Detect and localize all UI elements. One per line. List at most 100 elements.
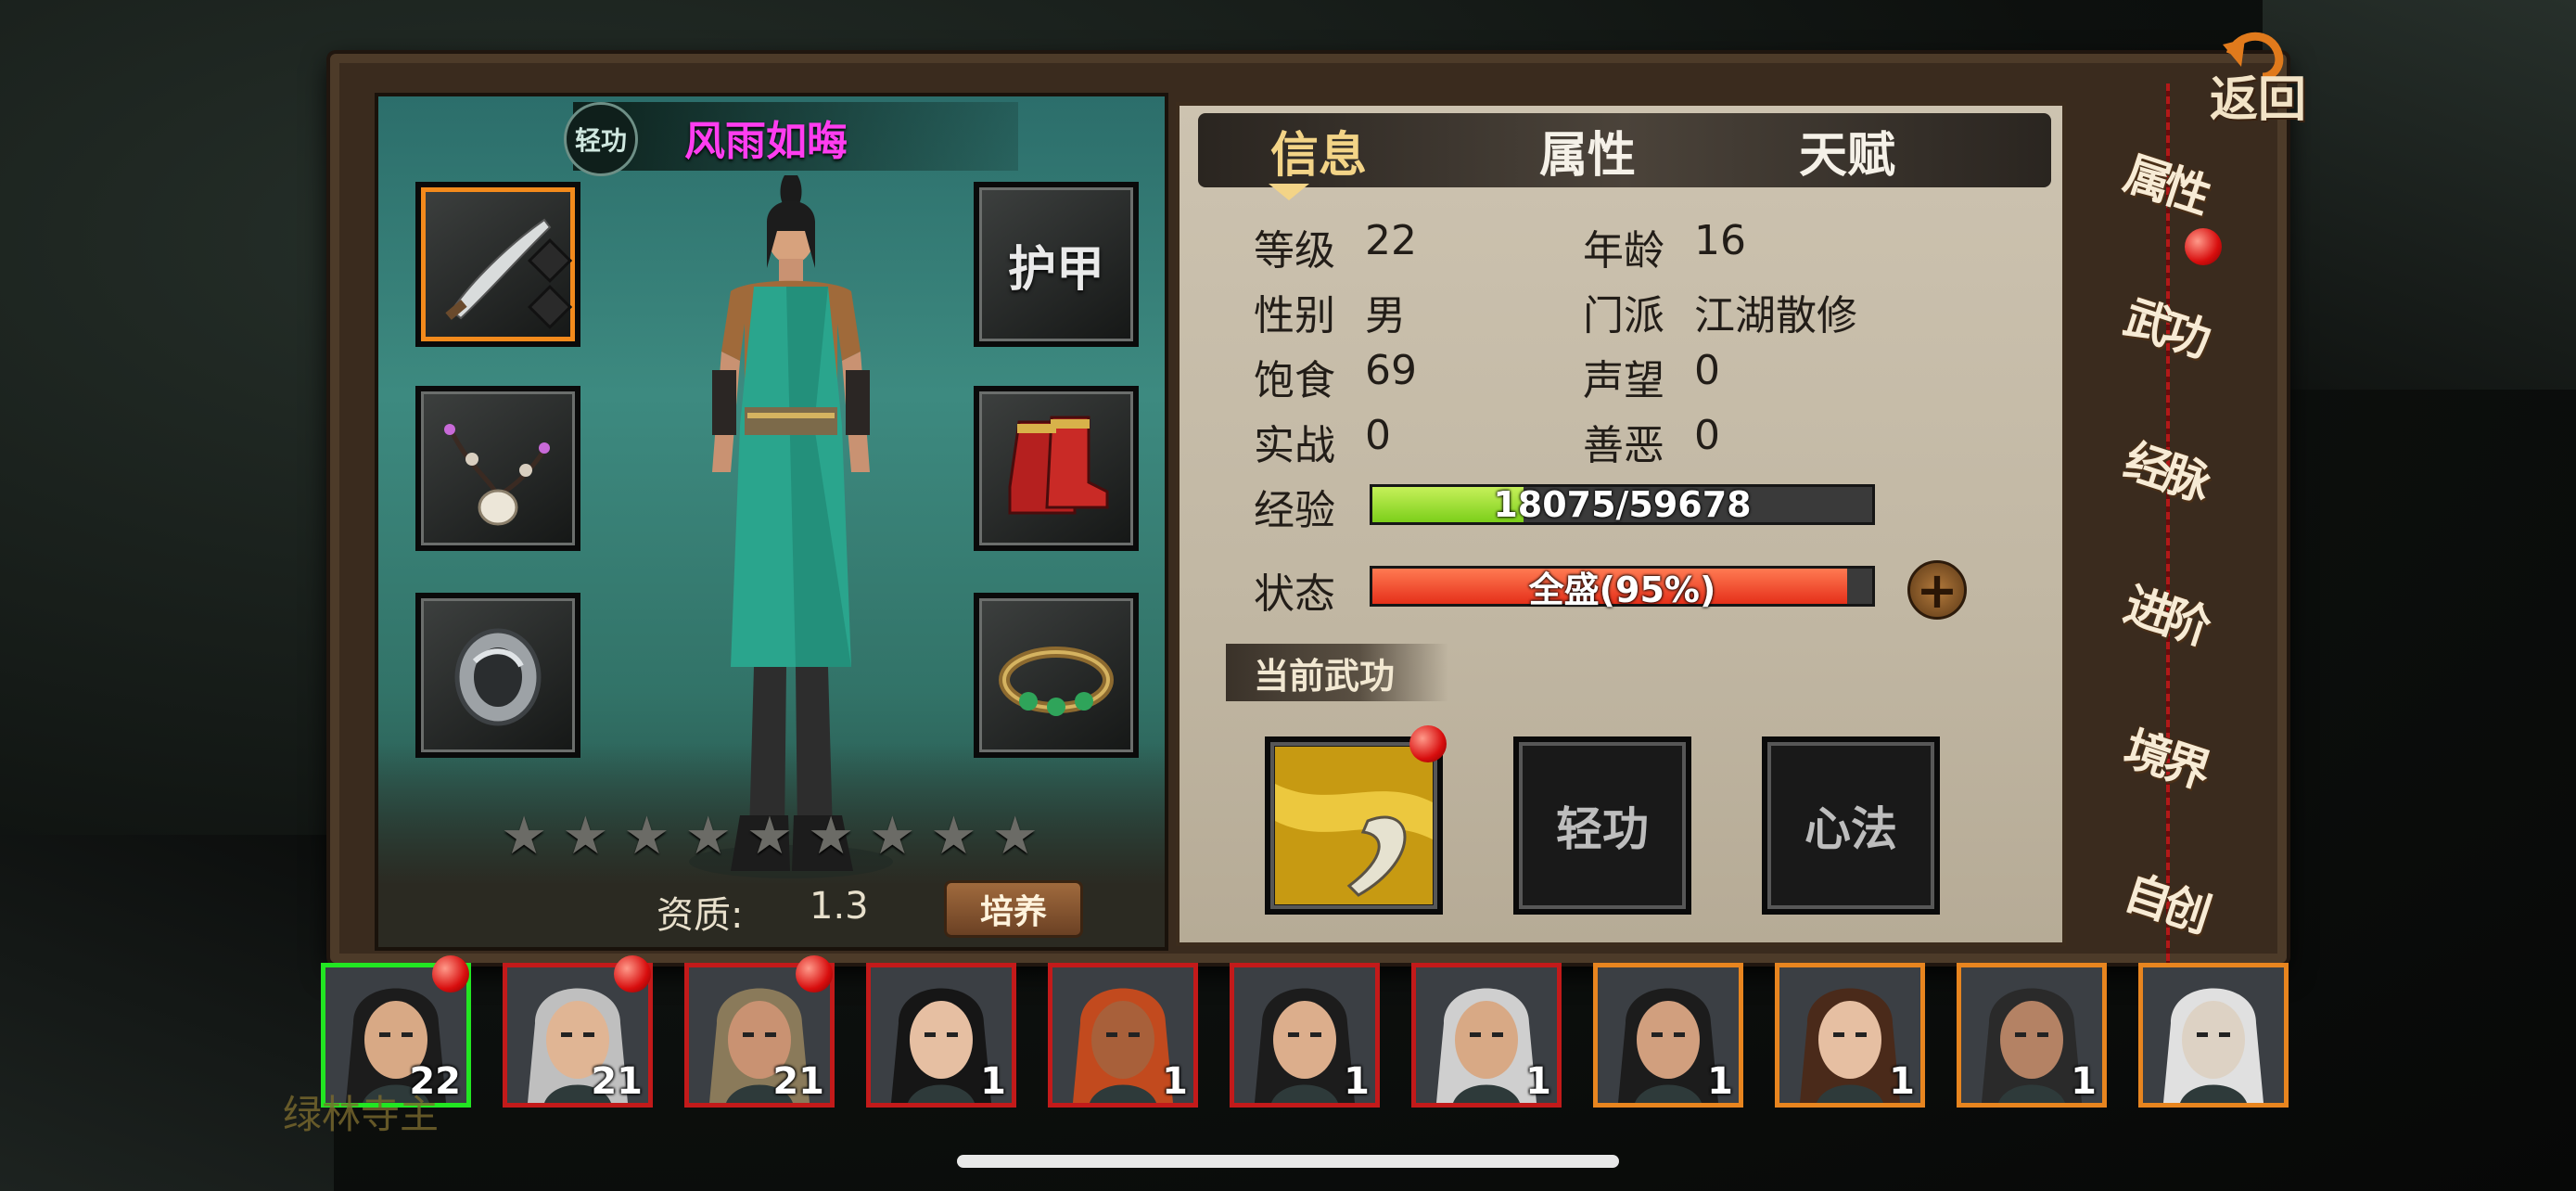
fame-value: 0 xyxy=(1694,347,1720,394)
star-icon: ★ xyxy=(501,806,548,866)
notification-dot xyxy=(2185,228,2222,265)
level-value: 22 xyxy=(1365,217,1417,264)
aptitude-label: 资质: xyxy=(657,894,744,937)
side-menu-item[interactable]: 自创 xyxy=(2111,841,2222,953)
hero-portrait[interactable]: 1 xyxy=(1411,963,1562,1108)
status-bar: 全盛(95%) xyxy=(1370,566,1875,610)
tab-talent[interactable]: 天赋 xyxy=(1773,113,1921,187)
necklace-slot[interactable] xyxy=(415,386,580,551)
level-label: 等级 xyxy=(1254,227,1335,275)
star-icon: ★ xyxy=(991,806,1039,866)
side-menu-label: 经脉 xyxy=(2117,432,2213,510)
side-menu-label: 武功 xyxy=(2117,288,2213,366)
status-text: 全盛(95%) xyxy=(1528,569,1716,610)
tab-attributes[interactable]: 属性 xyxy=(1513,113,1662,187)
hero-level: 21 xyxy=(772,1060,824,1103)
martial-skill-slot[interactable] xyxy=(1265,725,1447,915)
notification-dot xyxy=(796,955,833,992)
hero-level: 1 xyxy=(1344,1060,1370,1103)
hero-level: 1 xyxy=(1525,1060,1551,1103)
morality-value: 0 xyxy=(1694,412,1720,459)
aptitude-value: 1.3 xyxy=(810,885,869,928)
hero-portrait[interactable]: 1 xyxy=(1048,963,1198,1108)
hero-level: 1 xyxy=(1707,1060,1733,1103)
side-menu-label: 进阶 xyxy=(2117,576,2213,654)
notification-dot xyxy=(614,955,651,992)
tab-bar: 信息 属性 天赋 xyxy=(1198,113,2051,187)
star-icon: ★ xyxy=(869,806,916,866)
character-model xyxy=(689,175,893,878)
fame-label: 声望 xyxy=(1583,357,1664,404)
experience-label: 经验 xyxy=(1254,487,1335,534)
mental-method-skill-slot[interactable]: 心法 xyxy=(1762,736,1940,915)
bracelet-slot[interactable] xyxy=(974,593,1139,758)
necklace-icon xyxy=(444,424,550,526)
hero-face-icon xyxy=(2143,967,2284,1103)
active-tab-indicator xyxy=(1269,184,1309,200)
hero-level: 1 xyxy=(1889,1060,1915,1103)
ring-icon xyxy=(454,628,542,726)
side-menu-label: 自创 xyxy=(2117,864,2213,941)
gender-value: 男 xyxy=(1365,292,1406,339)
side-menu-item[interactable]: 属性 xyxy=(2111,122,2222,265)
notification-dot xyxy=(432,955,469,992)
satiety-value: 69 xyxy=(1365,347,1417,394)
ring-slot[interactable] xyxy=(415,593,580,758)
back-button[interactable]: 返回 xyxy=(2188,28,2327,130)
star-icon: ★ xyxy=(684,806,732,866)
character-panel: 轻功 风雨如晦 护甲 ★ ★ ★ ★ ★ ★ ★ ★ ★ 资质: 1.3 培养 xyxy=(375,93,1168,951)
home-indicator[interactable] xyxy=(957,1155,1619,1168)
side-menu-item[interactable]: 经脉 xyxy=(2111,410,2222,521)
character-name: 风雨如晦 xyxy=(684,118,848,165)
tab-info[interactable]: 信息 xyxy=(1244,113,1393,187)
age-value: 16 xyxy=(1694,217,1746,264)
age-label: 年龄 xyxy=(1583,227,1664,275)
morality-label: 善恶 xyxy=(1583,422,1664,469)
gender-label: 性别 xyxy=(1254,292,1335,339)
side-menu-item[interactable]: 进阶 xyxy=(2111,554,2222,665)
armor-label: 护甲 xyxy=(1007,241,1104,298)
armor-slot[interactable]: 护甲 xyxy=(974,182,1139,347)
skill-badge: 轻功 xyxy=(564,102,638,176)
sect-value: 江湖散修 xyxy=(1694,292,1857,339)
star-icon: ★ xyxy=(623,806,670,866)
star-icon: ★ xyxy=(562,806,609,866)
golden-blade-skill-icon xyxy=(1275,747,1433,904)
status-label: 状态 xyxy=(1254,570,1335,618)
sect-label: 门派 xyxy=(1583,292,1664,339)
weapon-slot[interactable] xyxy=(415,182,580,347)
side-menu-item[interactable]: 武功 xyxy=(2111,266,2222,378)
hero-portrait[interactable]: 1 xyxy=(1775,963,1925,1108)
notification-dot xyxy=(1409,725,1447,762)
hero-level: 1 xyxy=(2071,1060,2097,1103)
star-icon: ★ xyxy=(746,806,794,866)
qinggong-skill-slot[interactable]: 轻功 xyxy=(1513,736,1691,915)
combat-value: 0 xyxy=(1365,412,1391,459)
current-skill-label: 当前武功 xyxy=(1226,644,1448,701)
side-menu-label: 境界 xyxy=(2117,720,2213,798)
star-icon: ★ xyxy=(808,806,855,866)
boots-icon xyxy=(1008,416,1109,515)
side-menu-item[interactable]: 境界 xyxy=(2111,698,2222,809)
boots-slot[interactable] xyxy=(974,386,1139,551)
hero-level: 1 xyxy=(980,1060,1006,1103)
hero-portrait[interactable] xyxy=(2138,963,2289,1108)
hero-level: 1 xyxy=(1162,1060,1188,1103)
info-panel: 信息 属性 天赋 等级 22 年龄 16 性别 男 门派 江湖散修 饱食 69 … xyxy=(1176,102,2066,946)
satiety-label: 饱食 xyxy=(1254,357,1335,404)
background-caption: 绿林寺主 xyxy=(283,1092,440,1137)
train-button[interactable]: 培养 xyxy=(944,880,1083,938)
bracelet-icon xyxy=(999,647,1114,716)
side-menu-label: 属性 xyxy=(2117,145,2213,223)
hero-portrait[interactable]: 1 xyxy=(866,963,1016,1108)
combat-label: 实战 xyxy=(1254,422,1335,469)
hero-roster: 22 21 21 1 1 1 1 1 1 1 xyxy=(321,955,2289,1115)
hero-level: 21 xyxy=(591,1060,643,1103)
hero-portrait[interactable]: 1 xyxy=(1593,963,1743,1108)
experience-text: 18075/59678 xyxy=(1493,484,1752,525)
star-icon: ★ xyxy=(930,806,977,866)
restore-plus-button[interactable]: + xyxy=(1907,560,1967,620)
experience-bar: 18075/59678 xyxy=(1370,484,1875,525)
hero-portrait[interactable]: 1 xyxy=(1957,963,2107,1108)
hero-portrait[interactable]: 1 xyxy=(1230,963,1380,1108)
